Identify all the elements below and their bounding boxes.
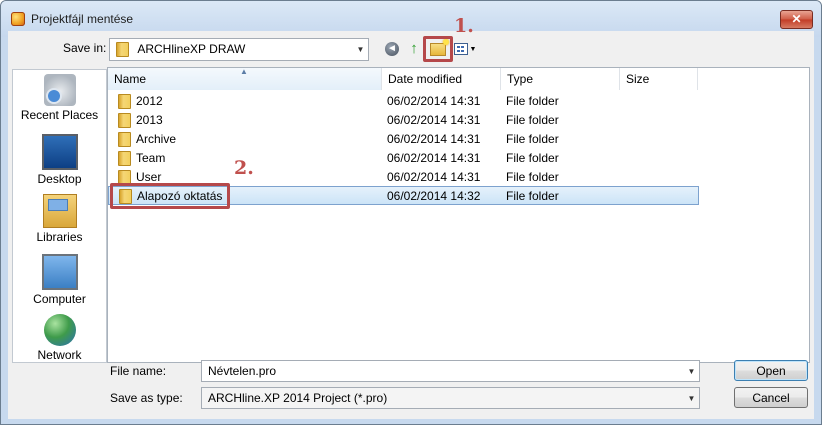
libraries-icon — [42, 194, 77, 228]
file-row-2012[interactable]: 2012 06/02/2014 14:31 File folder — [108, 92, 699, 111]
recent-places-icon — [43, 74, 76, 106]
save-in-value: ARCHlineXP DRAW — [116, 42, 246, 58]
annotation-box-selected-folder — [110, 183, 230, 209]
file-name: Archive — [136, 132, 177, 146]
annotation-label-2: 2. — [234, 157, 254, 179]
column-header-name-label: Name — [114, 72, 147, 86]
views-menu-button[interactable]: ▼ — [452, 39, 478, 59]
place-libraries[interactable]: Libraries — [13, 194, 106, 244]
file-name-value: Névtelen.pro — [208, 364, 277, 378]
file-name: Team — [136, 151, 166, 165]
computer-icon — [41, 254, 78, 290]
place-label: Libraries — [36, 230, 83, 244]
save-dialog: Projektfájl mentése ✕ Save in: ARCHlineX… — [0, 0, 822, 425]
desktop-icon — [41, 134, 78, 170]
file-type: File folder — [506, 113, 559, 127]
views-icon — [453, 43, 468, 55]
folder-icon — [118, 132, 131, 148]
chevron-down-icon[interactable]: ▼ — [684, 361, 699, 381]
file-name-field[interactable]: Névtelen.pro ▼ — [201, 360, 700, 382]
file-name-cell: Team — [118, 151, 166, 167]
file-row-team[interactable]: Team 06/02/2014 14:31 File folder — [108, 149, 699, 168]
place-network[interactable]: Network — [13, 314, 106, 362]
file-name: 2013 — [136, 113, 163, 127]
chevron-down-icon: ▼ — [469, 45, 477, 53]
network-icon — [43, 314, 76, 346]
back-arrow-icon: ◄ — [385, 42, 399, 56]
close-button[interactable]: ✕ — [780, 10, 813, 29]
file-name: 2012 — [136, 94, 163, 108]
column-header-type[interactable]: Type — [501, 68, 620, 90]
file-type: File folder — [506, 132, 559, 146]
place-computer[interactable]: Computer — [13, 254, 106, 306]
file-type: File folder — [506, 151, 559, 165]
file-date: 06/02/2014 14:31 — [387, 151, 481, 165]
save-as-type-value: ARCHline.XP 2014 Project (*.pro) — [208, 391, 388, 405]
folder-icon — [118, 151, 131, 167]
file-list[interactable]: ▲ Name Date modified Type Size 2012 06/0… — [107, 67, 810, 363]
save-in-label: Save in: — [63, 41, 107, 55]
up-folder-icon: ↑ — [410, 39, 418, 57]
save-in-text: ARCHlineXP DRAW — [137, 42, 246, 56]
file-name-cell: 2013 — [118, 113, 163, 129]
save-as-type-label: Save as type: — [110, 391, 183, 405]
column-header-size[interactable]: Size — [620, 68, 698, 90]
window-title: Projektfájl mentése — [31, 12, 134, 26]
file-type: File folder — [506, 94, 559, 108]
file-date: 06/02/2014 14:31 — [387, 132, 481, 146]
file-date: 06/02/2014 14:31 — [387, 113, 481, 127]
place-desktop[interactable]: Desktop — [13, 134, 106, 186]
file-name-cell: 2012 — [118, 94, 163, 110]
back-button[interactable]: ◄ — [382, 39, 402, 59]
file-name-cell: Archive — [118, 132, 177, 148]
folder-icon — [118, 113, 131, 129]
save-as-type-dropdown[interactable]: ARCHline.XP 2014 Project (*.pro) ▼ — [201, 387, 700, 409]
annotation-box-new-folder — [423, 36, 453, 62]
chevron-down-icon[interactable]: ▼ — [684, 388, 699, 408]
dialog-body: Save in: ARCHlineXP DRAW ▼ ◄ ↑ ▼ 1. Rece — [8, 15, 814, 419]
place-label: Network — [37, 348, 82, 362]
app-icon — [11, 12, 25, 26]
sort-up-icon: ▲ — [240, 67, 248, 76]
places-bar: Recent Places Desktop Libraries Computer… — [12, 69, 107, 363]
file-name-label: File name: — [110, 364, 167, 378]
file-date: 06/02/2014 14:31 — [387, 94, 481, 108]
folder-icon — [116, 42, 129, 58]
open-button[interactable]: Open — [734, 360, 808, 381]
file-name: User — [136, 170, 162, 184]
cancel-button[interactable]: Cancel — [734, 387, 808, 408]
file-date: 06/02/2014 14:31 — [387, 170, 481, 184]
file-type: File folder — [506, 170, 559, 184]
file-row-archive[interactable]: Archive 06/02/2014 14:31 File folder — [108, 130, 699, 149]
file-date: 06/02/2014 14:32 — [387, 189, 481, 203]
annotation-label-1: 1. — [454, 15, 474, 37]
column-header-date[interactable]: Date modified — [382, 68, 501, 90]
file-row-2013[interactable]: 2013 06/02/2014 14:31 File folder — [108, 111, 699, 130]
place-label: Recent Places — [20, 108, 99, 122]
column-header-name[interactable]: ▲ Name — [108, 67, 382, 90]
folder-icon — [118, 94, 131, 110]
save-in-dropdown[interactable]: ARCHlineXP DRAW ▼ — [109, 38, 369, 61]
place-recent-places[interactable]: Recent Places — [13, 74, 106, 122]
up-folder-button[interactable]: ↑ — [404, 38, 424, 58]
place-label: Computer — [33, 292, 86, 306]
chevron-down-icon[interactable]: ▼ — [353, 39, 368, 60]
place-label: Desktop — [37, 172, 82, 186]
file-type: File folder — [506, 189, 559, 203]
